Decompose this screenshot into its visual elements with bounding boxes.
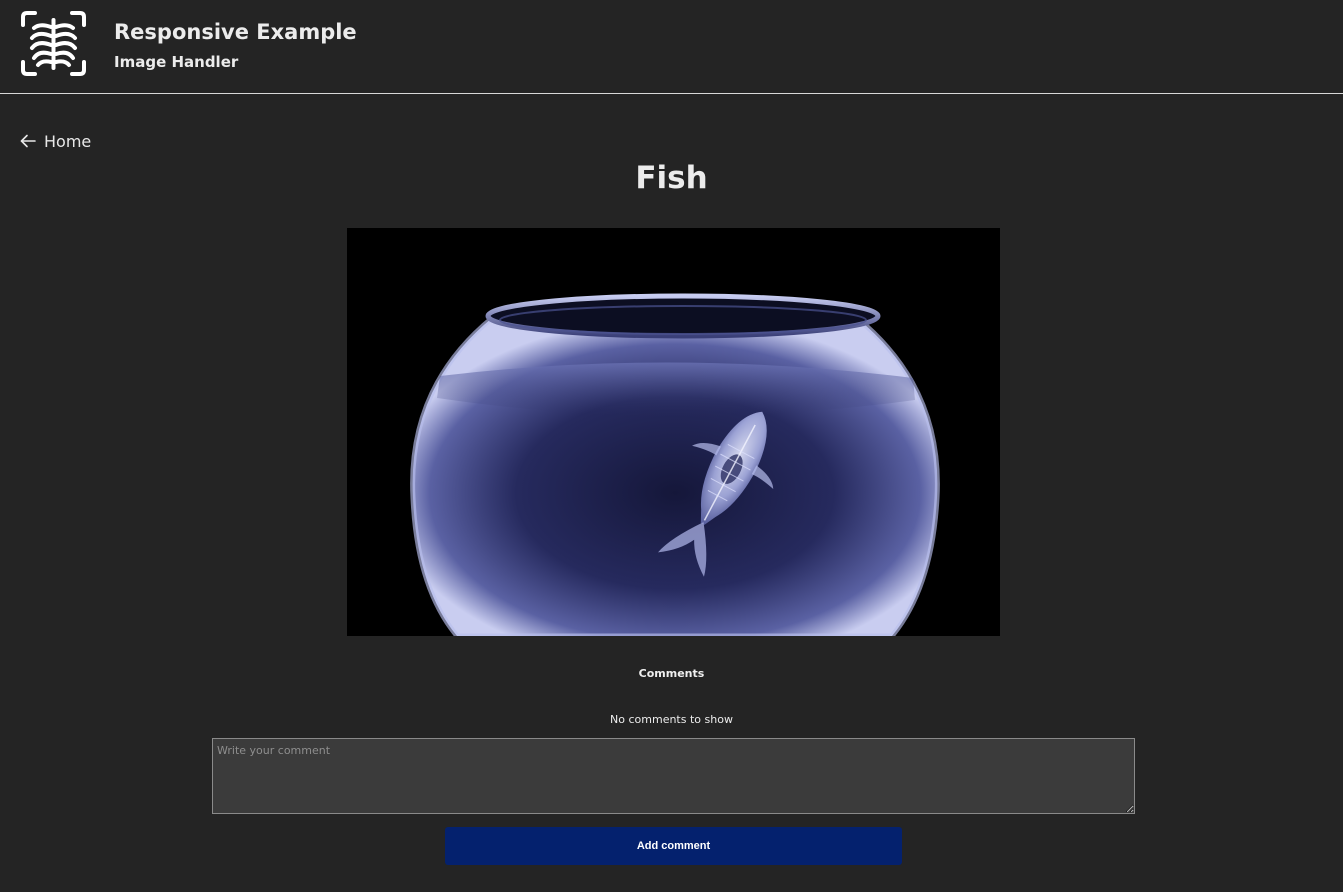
- comment-input[interactable]: [212, 738, 1135, 814]
- app-header: Responsive Example Image Handler: [0, 0, 1343, 94]
- page-title: Fish: [635, 160, 708, 196]
- xray-ribcage-icon[interactable]: [20, 10, 87, 77]
- no-comments-message: No comments to show: [610, 713, 733, 726]
- app-title: Responsive Example: [114, 20, 357, 44]
- add-comment-button[interactable]: Add comment: [445, 827, 902, 865]
- back-home-label: Home: [44, 131, 92, 151]
- arrow-left-icon: [20, 134, 36, 148]
- app-subtitle: Image Handler: [114, 53, 239, 71]
- fishbowl-xray-image: [347, 228, 1000, 636]
- back-home-link[interactable]: Home: [20, 130, 91, 152]
- comments-heading: Comments: [638, 667, 705, 680]
